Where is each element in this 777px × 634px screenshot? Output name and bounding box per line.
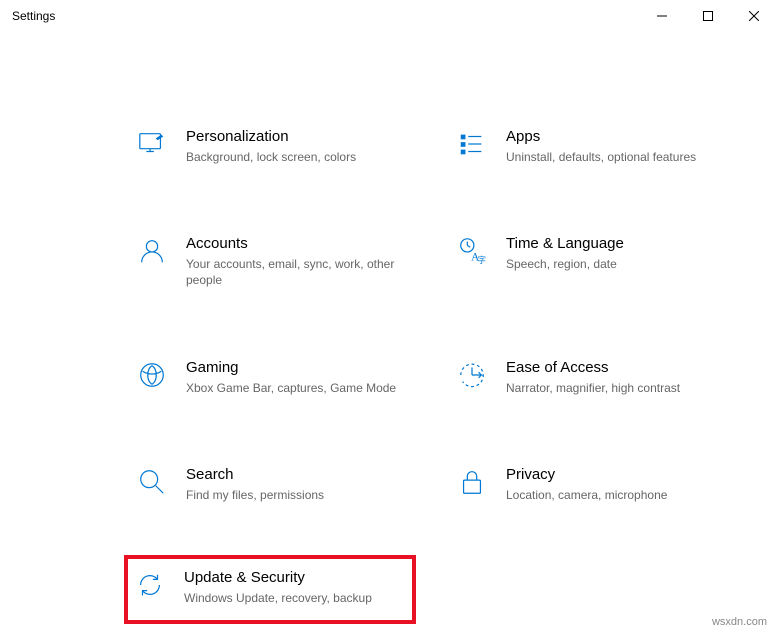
tile-update-security[interactable]: Update & Security Windows Update, recove… (124, 555, 416, 624)
tile-desc: Narrator, magnifier, high contrast (506, 380, 724, 396)
window-title: Settings (12, 9, 639, 23)
tile-desc: Windows Update, recovery, backup (184, 590, 406, 606)
personalization-icon (136, 128, 168, 160)
apps-icon (456, 128, 488, 160)
tile-body: Gaming Xbox Game Bar, captures, Game Mod… (186, 359, 404, 396)
tile-title: Time & Language (506, 235, 724, 252)
search-icon (136, 466, 168, 498)
tile-body: Accounts Your accounts, email, sync, wor… (186, 235, 404, 288)
tile-time-language[interactable]: A字 Time & Language Speech, region, date (450, 229, 730, 294)
tile-desc: Uninstall, defaults, optional features (506, 149, 724, 165)
minimize-button[interactable] (639, 0, 685, 32)
tile-body: Update & Security Windows Update, recove… (184, 569, 406, 606)
tile-title: Search (186, 466, 404, 483)
settings-content: Personalization Background, lock screen,… (0, 32, 777, 606)
settings-grid: Personalization Background, lock screen,… (130, 122, 730, 606)
watermark: wsxdn.com (712, 616, 767, 628)
tile-search[interactable]: Search Find my files, permissions (130, 460, 410, 509)
window-controls (639, 0, 777, 32)
tile-body: Privacy Location, camera, microphone (506, 466, 724, 503)
gaming-icon (136, 359, 168, 391)
accounts-icon (136, 235, 168, 267)
tile-desc: Find my files, permissions (186, 487, 404, 503)
tile-title: Accounts (186, 235, 404, 252)
maximize-button[interactable] (685, 0, 731, 32)
tile-title: Apps (506, 128, 724, 145)
tile-body: Apps Uninstall, defaults, optional featu… (506, 128, 724, 165)
tile-body: Personalization Background, lock screen,… (186, 128, 404, 165)
tile-desc: Location, camera, microphone (506, 487, 724, 503)
svg-text:字: 字 (478, 255, 486, 265)
tile-desc: Xbox Game Bar, captures, Game Mode (186, 380, 404, 396)
close-button[interactable] (731, 0, 777, 32)
tile-desc: Your accounts, email, sync, work, other … (186, 256, 404, 288)
tile-accounts[interactable]: Accounts Your accounts, email, sync, wor… (130, 229, 410, 294)
tile-personalization[interactable]: Personalization Background, lock screen,… (130, 122, 410, 171)
tile-desc: Background, lock screen, colors (186, 149, 404, 165)
tile-title: Update & Security (184, 569, 406, 586)
tile-title: Privacy (506, 466, 724, 483)
tile-privacy[interactable]: Privacy Location, camera, microphone (450, 460, 730, 509)
ease-of-access-icon (456, 359, 488, 391)
tile-gaming[interactable]: Gaming Xbox Game Bar, captures, Game Mod… (130, 353, 410, 402)
tile-title: Personalization (186, 128, 404, 145)
update-security-icon (134, 569, 166, 601)
tile-title: Ease of Access (506, 359, 724, 376)
tile-ease-of-access[interactable]: Ease of Access Narrator, magnifier, high… (450, 353, 730, 402)
privacy-icon (456, 466, 488, 498)
tile-body: Time & Language Speech, region, date (506, 235, 724, 272)
tile-body: Search Find my files, permissions (186, 466, 404, 503)
tile-desc: Speech, region, date (506, 256, 724, 272)
time-language-icon: A字 (456, 235, 488, 267)
tile-apps[interactable]: Apps Uninstall, defaults, optional featu… (450, 122, 730, 171)
tile-title: Gaming (186, 359, 404, 376)
titlebar: Settings (0, 0, 777, 32)
tile-body: Ease of Access Narrator, magnifier, high… (506, 359, 724, 396)
